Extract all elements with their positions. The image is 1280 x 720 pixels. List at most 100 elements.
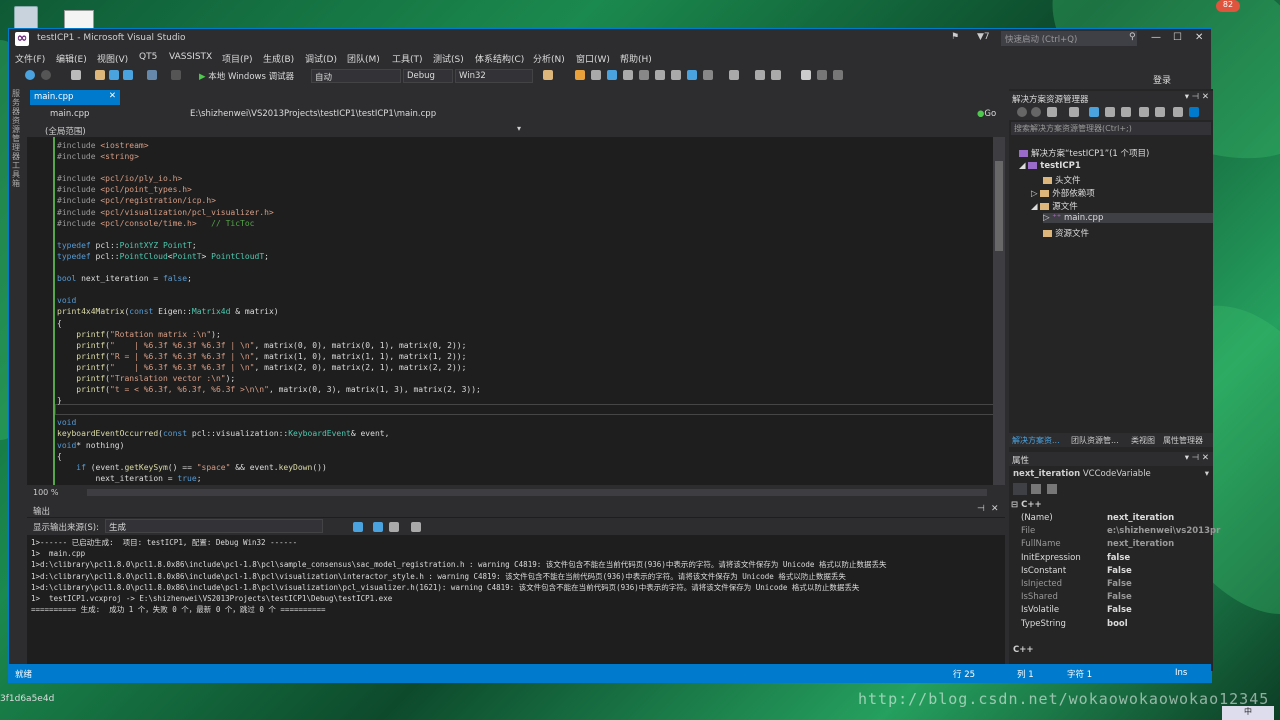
tab-class-view[interactable]: 类视图 bbox=[1131, 435, 1155, 446]
code-line[interactable]: printf("Translation vector :\n"); bbox=[57, 373, 481, 384]
menu-window[interactable]: 窗口(W) bbox=[576, 52, 610, 65]
forward-icon[interactable] bbox=[41, 70, 51, 80]
output-text[interactable]: 1>------ 已启动生成: 项目: testICP1, 配置: Debug … bbox=[31, 537, 886, 615]
code-line[interactable]: keyboardEventOccurred(const pcl::visuali… bbox=[57, 428, 481, 439]
code-line[interactable] bbox=[57, 406, 481, 417]
output-line[interactable]: 1>d:\clibrary\pcl1.8.0\pcl1.8.0x86\inclu… bbox=[31, 559, 886, 570]
tab-solution-explorer[interactable]: 解决方案资... bbox=[1012, 435, 1060, 446]
menu-file[interactable]: 文件(F) bbox=[15, 52, 45, 65]
code-line[interactable]: #include <string> bbox=[57, 151, 481, 162]
property-value[interactable]: False bbox=[1107, 605, 1132, 615]
property-name[interactable]: File bbox=[1021, 526, 1035, 536]
property-name[interactable]: IsShared bbox=[1021, 592, 1058, 602]
back-icon[interactable] bbox=[1017, 107, 1027, 117]
property-value[interactable]: next_iteration bbox=[1107, 539, 1174, 549]
bookmark-icon[interactable] bbox=[801, 70, 811, 80]
toolbar-tool-icon[interactable] bbox=[833, 70, 843, 80]
menu-debug[interactable]: 调试(D) bbox=[305, 52, 337, 65]
back-icon[interactable] bbox=[25, 70, 35, 80]
menu-qt5[interactable]: QT5 bbox=[139, 52, 157, 62]
home-icon[interactable] bbox=[1047, 107, 1057, 117]
code-line[interactable]: { bbox=[57, 318, 481, 329]
tree-folder-resources[interactable]: 资源文件 bbox=[1043, 227, 1089, 239]
code-line[interactable]: #include <pcl/io/ply_io.h> bbox=[57, 173, 481, 184]
show-all-icon[interactable] bbox=[1139, 107, 1149, 117]
sync-icon[interactable] bbox=[1089, 107, 1099, 117]
vertical-scrollbar[interactable] bbox=[993, 137, 1005, 485]
menu-analyze[interactable]: 分析(N) bbox=[533, 52, 565, 65]
menu-view[interactable]: 视图(V) bbox=[97, 52, 128, 65]
scope-combo[interactable]: (全局范围) bbox=[45, 125, 86, 137]
notification-count[interactable]: ▼7 bbox=[977, 32, 990, 42]
minimize-button[interactable]: — bbox=[1151, 32, 1161, 43]
code-icon[interactable] bbox=[1155, 107, 1165, 117]
output-line[interactable]: ========== 生成: 成功 1 个，失败 0 个，最新 0 个，跳过 0… bbox=[31, 604, 886, 615]
code-line[interactable]: { bbox=[57, 451, 481, 462]
code-line[interactable]: bool next_iteration = false; bbox=[57, 273, 481, 284]
code-line[interactable]: } bbox=[57, 395, 481, 406]
code-line[interactable] bbox=[57, 284, 481, 295]
menu-edit[interactable]: 编辑(E) bbox=[56, 52, 87, 65]
close-icon[interactable]: ▾ ⊣ ✕ bbox=[1185, 92, 1209, 102]
menu-test[interactable]: 测试(S) bbox=[433, 52, 464, 65]
close-icon[interactable]: ✕ bbox=[991, 504, 999, 514]
chevron-down-icon[interactable]: ▾ bbox=[517, 124, 521, 133]
find-prev-icon[interactable] bbox=[353, 522, 363, 532]
categorized-icon[interactable] bbox=[1013, 483, 1027, 495]
pin-icon[interactable]: ⊣ bbox=[977, 504, 985, 514]
go-button[interactable]: ●Go bbox=[977, 109, 996, 119]
maximize-button[interactable]: ☐ bbox=[1173, 32, 1182, 43]
close-tab-icon[interactable]: ✕ bbox=[109, 91, 116, 101]
code-text[interactable]: #include <iostream> #include <string> #in… bbox=[57, 140, 481, 485]
toolbar-tool-icon[interactable] bbox=[543, 70, 553, 80]
code-line[interactable] bbox=[57, 262, 481, 273]
tree-folder-external[interactable]: ▷ 外部依赖项 bbox=[1031, 187, 1095, 199]
start-debug-button[interactable]: ▶ 本地 Windows 调试器 bbox=[199, 70, 294, 82]
zoom-select[interactable]: 100 % bbox=[33, 488, 58, 497]
menu-project[interactable]: 项目(P) bbox=[222, 52, 252, 65]
toolbar-tool-icon[interactable] bbox=[771, 70, 781, 80]
menu-help[interactable]: 帮助(H) bbox=[620, 52, 652, 65]
property-name[interactable]: IsVolatile bbox=[1021, 605, 1059, 615]
menu-team[interactable]: 团队(M) bbox=[347, 52, 380, 65]
project-node[interactable]: ◢ testICP1 bbox=[1019, 161, 1081, 171]
toolbar-tool-icon[interactable] bbox=[623, 70, 633, 80]
property-value[interactable]: False bbox=[1107, 566, 1132, 576]
code-line[interactable]: } bbox=[57, 484, 481, 486]
toolbar-tool-icon[interactable] bbox=[671, 70, 681, 80]
property-value[interactable]: False bbox=[1107, 579, 1132, 589]
scroll-thumb[interactable] bbox=[995, 161, 1003, 251]
code-line[interactable]: #include <pcl/visualization/pcl_visualiz… bbox=[57, 207, 481, 218]
code-line[interactable]: typedef pcl::PointCloud<PointT> PointClo… bbox=[57, 251, 481, 262]
property-name[interactable]: TypeString bbox=[1021, 619, 1066, 629]
output-line[interactable]: 1>------ 已启动生成: 项目: testICP1, 配置: Debug … bbox=[31, 537, 886, 548]
platform-select[interactable]: Win32 bbox=[455, 69, 533, 83]
menu-vassistx[interactable]: VASSISTX bbox=[169, 52, 212, 62]
redo-icon[interactable] bbox=[171, 70, 181, 80]
tab-main-cpp[interactable]: main.cpp ✕ bbox=[30, 90, 120, 105]
toolbar-tool-icon[interactable] bbox=[755, 70, 765, 80]
code-line[interactable]: void* nothing) bbox=[57, 440, 481, 451]
property-value[interactable]: next_iteration bbox=[1107, 513, 1174, 523]
property-value[interactable]: false bbox=[1107, 553, 1130, 563]
code-line[interactable]: #include <pcl/registration/icp.h> bbox=[57, 195, 481, 206]
toolbar-tool-icon[interactable] bbox=[607, 70, 617, 80]
tree-folder-headers[interactable]: 头文件 bbox=[1043, 174, 1081, 186]
code-line[interactable]: printf("R = | %6.3f %6.3f %6.3f | \n", m… bbox=[57, 351, 481, 362]
close-icon[interactable]: ▾ ⊣ ✕ bbox=[1185, 453, 1209, 463]
toolbar-tool-icon[interactable] bbox=[575, 70, 585, 80]
history-icon[interactable] bbox=[1069, 107, 1079, 117]
property-name[interactable]: FullName bbox=[1021, 539, 1061, 549]
wrench-icon[interactable] bbox=[1173, 107, 1183, 117]
toolbar-tool-icon[interactable] bbox=[655, 70, 665, 80]
toolbar-tool-icon[interactable] bbox=[591, 70, 601, 80]
toolbar-tool-icon[interactable] bbox=[639, 70, 649, 80]
new-project-icon[interactable] bbox=[71, 70, 81, 80]
find-next-icon[interactable] bbox=[373, 522, 383, 532]
code-editor[interactable]: #include <iostream> #include <string> #in… bbox=[27, 137, 1005, 485]
code-line[interactable]: printf("t = < %6.3f, %6.3f, %6.3f >\n\n"… bbox=[57, 384, 481, 395]
code-line[interactable]: print4x4Matrix(const Eigen::Matrix4d & m… bbox=[57, 306, 481, 317]
code-line[interactable] bbox=[57, 162, 481, 173]
preview-icon[interactable] bbox=[1189, 107, 1199, 117]
code-line[interactable]: #include <pcl/console/time.h> // TicToc bbox=[57, 218, 481, 229]
